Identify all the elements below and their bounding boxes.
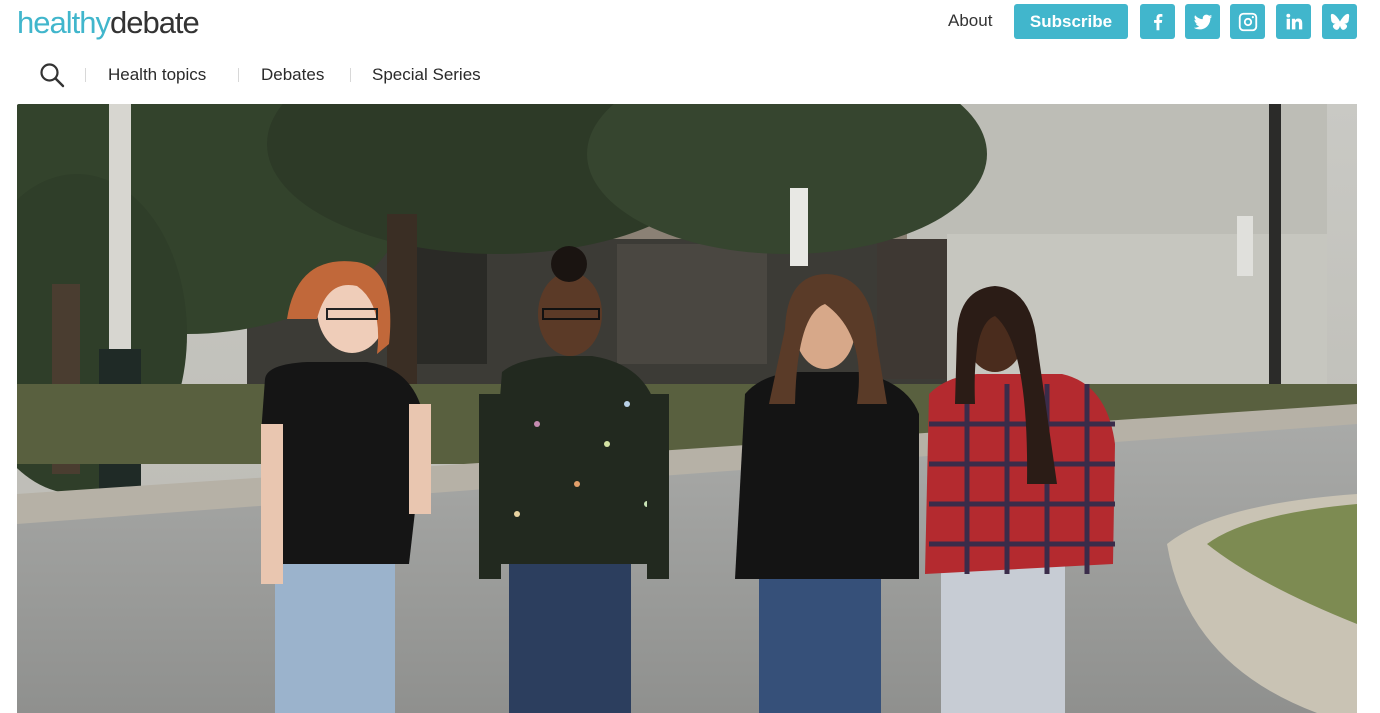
about-link[interactable]: About	[948, 10, 992, 32]
site-header: healthydebate About Subscribe	[0, 0, 1380, 50]
bluesky-button[interactable]	[1322, 4, 1357, 39]
facebook-icon	[1153, 13, 1162, 30]
nav-item-health-topics[interactable]: Health topics	[108, 64, 206, 86]
main-nav: Health topics Debates Special Series	[17, 58, 1357, 92]
logo-part-healthy: healthy	[17, 5, 111, 40]
facebook-button[interactable]	[1140, 4, 1175, 39]
instagram-icon	[1238, 12, 1257, 31]
hero-image	[17, 104, 1357, 713]
nav-divider	[350, 68, 351, 82]
hero-photo	[17, 104, 1357, 713]
site-logo[interactable]: healthydebate	[17, 3, 200, 43]
nav-divider	[238, 68, 239, 82]
logo-part-debate: debate	[109, 5, 200, 40]
nav-item-special-series[interactable]: Special Series	[372, 64, 481, 86]
linkedin-button[interactable]	[1276, 4, 1311, 39]
subscribe-button[interactable]: Subscribe	[1014, 4, 1128, 39]
instagram-button[interactable]	[1230, 4, 1265, 39]
twitter-icon	[1193, 14, 1212, 29]
linkedin-icon	[1285, 13, 1302, 29]
search-icon[interactable]	[39, 62, 65, 88]
nav-divider	[85, 68, 86, 82]
nav-item-debates[interactable]: Debates	[261, 64, 324, 86]
bluesky-icon	[1330, 13, 1349, 30]
twitter-button[interactable]	[1185, 4, 1220, 39]
